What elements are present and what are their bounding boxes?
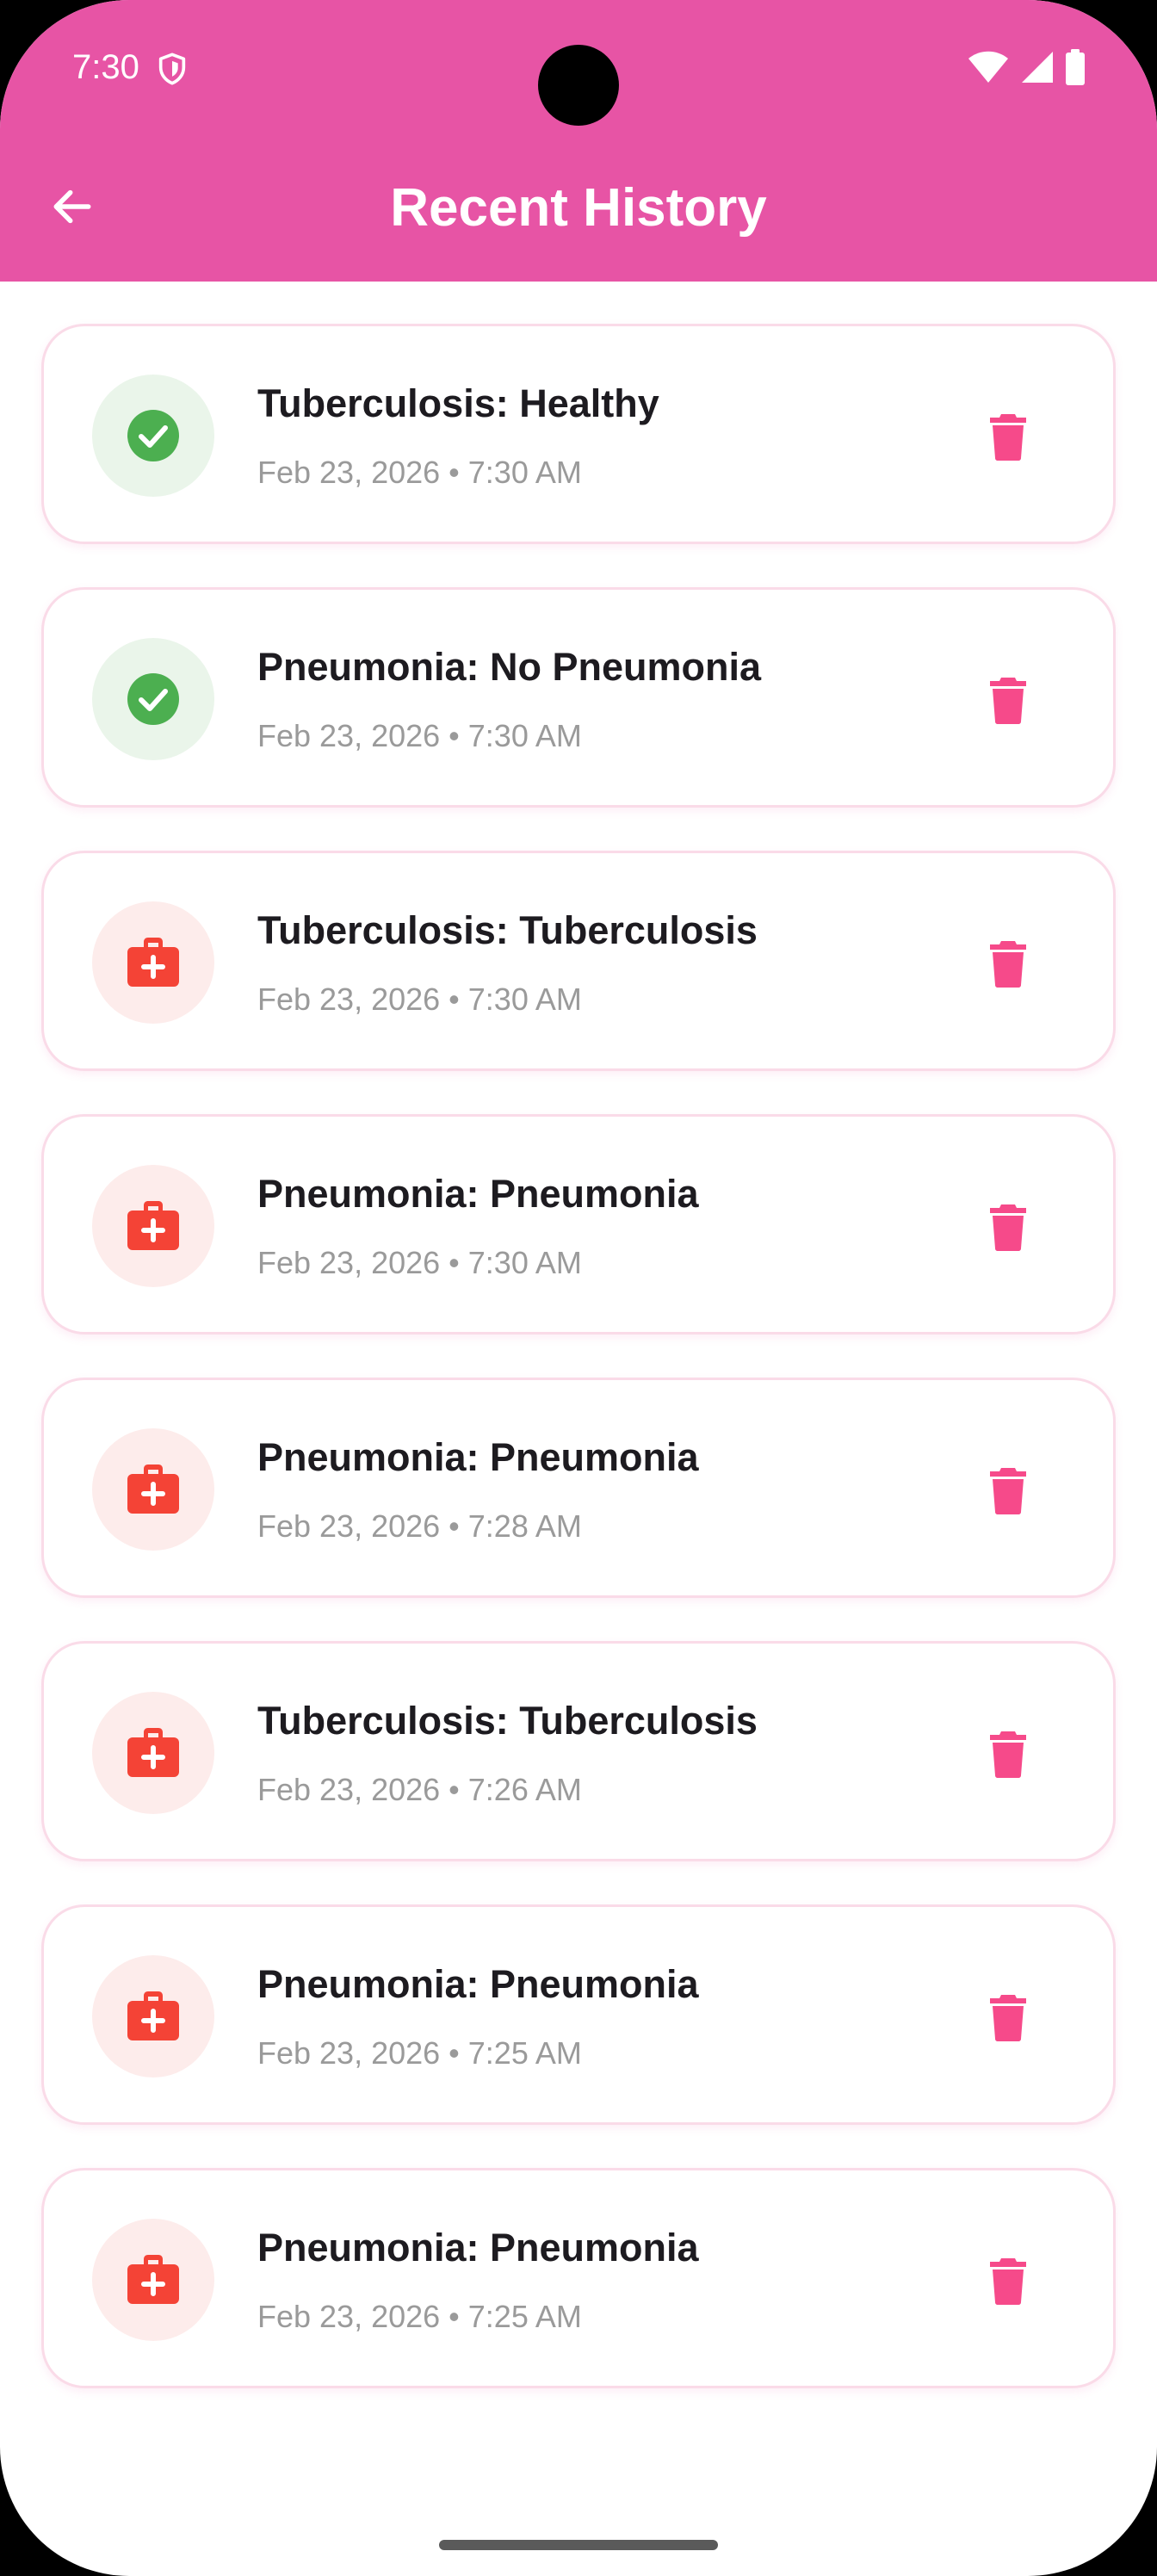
medical-kit-icon — [127, 1464, 179, 1514]
trash-icon — [990, 1731, 1026, 1778]
delete-button[interactable] — [974, 929, 1043, 998]
delete-button[interactable] — [974, 666, 1043, 734]
medical-kit-icon — [127, 1728, 179, 1777]
history-card[interactable]: Tuberculosis: Tuberculosis Feb 23, 2026 … — [41, 1641, 1116, 1861]
battery-icon — [1066, 49, 1085, 85]
history-date: Feb 23, 2026 • 7:30 AM — [257, 718, 582, 753]
status-badge — [92, 375, 214, 497]
history-title: Tuberculosis: Tuberculosis — [257, 1699, 758, 1743]
history-title: Tuberculosis: Tuberculosis — [257, 908, 758, 952]
check-circle-icon — [127, 410, 179, 461]
history-title: Pneumonia: Pneumonia — [257, 1435, 699, 1479]
shield-icon — [158, 53, 186, 85]
home-indicator[interactable] — [439, 2540, 718, 2550]
history-title: Pneumonia: Pneumonia — [257, 2226, 699, 2269]
history-date: Feb 23, 2026 • 7:30 AM — [257, 1245, 582, 1280]
delete-button[interactable] — [974, 402, 1043, 471]
trash-icon — [990, 941, 1026, 988]
history-date: Feb 23, 2026 • 7:28 AM — [257, 1508, 582, 1544]
history-date: Feb 23, 2026 • 7:30 AM — [257, 981, 582, 1017]
history-card[interactable]: Tuberculosis: Tuberculosis Feb 23, 2026 … — [41, 851, 1116, 1071]
history-title: Pneumonia: No Pneumonia — [257, 645, 762, 689]
status-badge — [92, 1692, 214, 1814]
status-badge — [92, 2219, 214, 2341]
delete-button[interactable] — [974, 1192, 1043, 1261]
medical-kit-icon — [127, 938, 179, 987]
medical-kit-icon — [127, 2255, 179, 2304]
history-card[interactable]: Pneumonia: Pneumonia Feb 23, 2026 • 7:25… — [41, 1904, 1116, 2125]
trash-icon — [990, 678, 1026, 724]
check-circle-icon — [127, 673, 179, 725]
app-bar: 7:30 Recent History — [0, 0, 1157, 282]
delete-button[interactable] — [974, 2246, 1043, 2315]
delete-button[interactable] — [974, 1983, 1043, 2052]
history-card[interactable]: Tuberculosis: Healthy Feb 23, 2026 • 7:3… — [41, 324, 1116, 544]
page-title: Recent History — [390, 178, 767, 238]
cell-signal-icon — [1022, 52, 1053, 83]
delete-button[interactable] — [974, 1719, 1043, 1788]
phone-screen: 7:30 Recent History Tuberculosis: Health… — [0, 0, 1157, 2576]
history-date: Feb 23, 2026 • 7:25 AM — [257, 2035, 582, 2071]
trash-icon — [990, 414, 1026, 461]
history-date: Feb 23, 2026 • 7:26 AM — [257, 1772, 582, 1807]
medical-kit-icon — [127, 1201, 179, 1250]
trash-icon — [990, 1204, 1026, 1251]
medical-kit-icon — [127, 1991, 179, 2040]
trash-icon — [990, 2258, 1026, 2305]
history-title: Pneumonia: Pneumonia — [257, 1172, 699, 1216]
history-card[interactable]: Pneumonia: No Pneumonia Feb 23, 2026 • 7… — [41, 587, 1116, 808]
status-badge — [92, 638, 214, 760]
history-card[interactable]: Pneumonia: Pneumonia Feb 23, 2026 • 7:25… — [41, 2168, 1116, 2388]
history-card[interactable]: Pneumonia: Pneumonia Feb 23, 2026 • 7:28… — [41, 1378, 1116, 1598]
status-badge — [92, 1428, 214, 1551]
history-title: Pneumonia: Pneumonia — [257, 1962, 699, 2006]
trash-icon — [990, 1468, 1026, 1514]
camera-cutout — [538, 45, 619, 126]
status-badge — [92, 901, 214, 1024]
history-title: Tuberculosis: Healthy — [257, 381, 659, 425]
history-date: Feb 23, 2026 • 7:25 AM — [257, 2299, 582, 2334]
status-badge — [92, 1955, 214, 2078]
history-card[interactable]: Pneumonia: Pneumonia Feb 23, 2026 • 7:30… — [41, 1114, 1116, 1334]
wifi-icon — [968, 51, 1008, 83]
status-icons — [968, 48, 1085, 86]
delete-button[interactable] — [974, 1456, 1043, 1525]
status-badge — [92, 1165, 214, 1287]
history-list: Tuberculosis: Healthy Feb 23, 2026 • 7:3… — [41, 324, 1116, 2431]
history-date: Feb 23, 2026 • 7:30 AM — [257, 455, 582, 490]
trash-icon — [990, 1995, 1026, 2041]
status-time: 7:30 — [72, 48, 139, 86]
